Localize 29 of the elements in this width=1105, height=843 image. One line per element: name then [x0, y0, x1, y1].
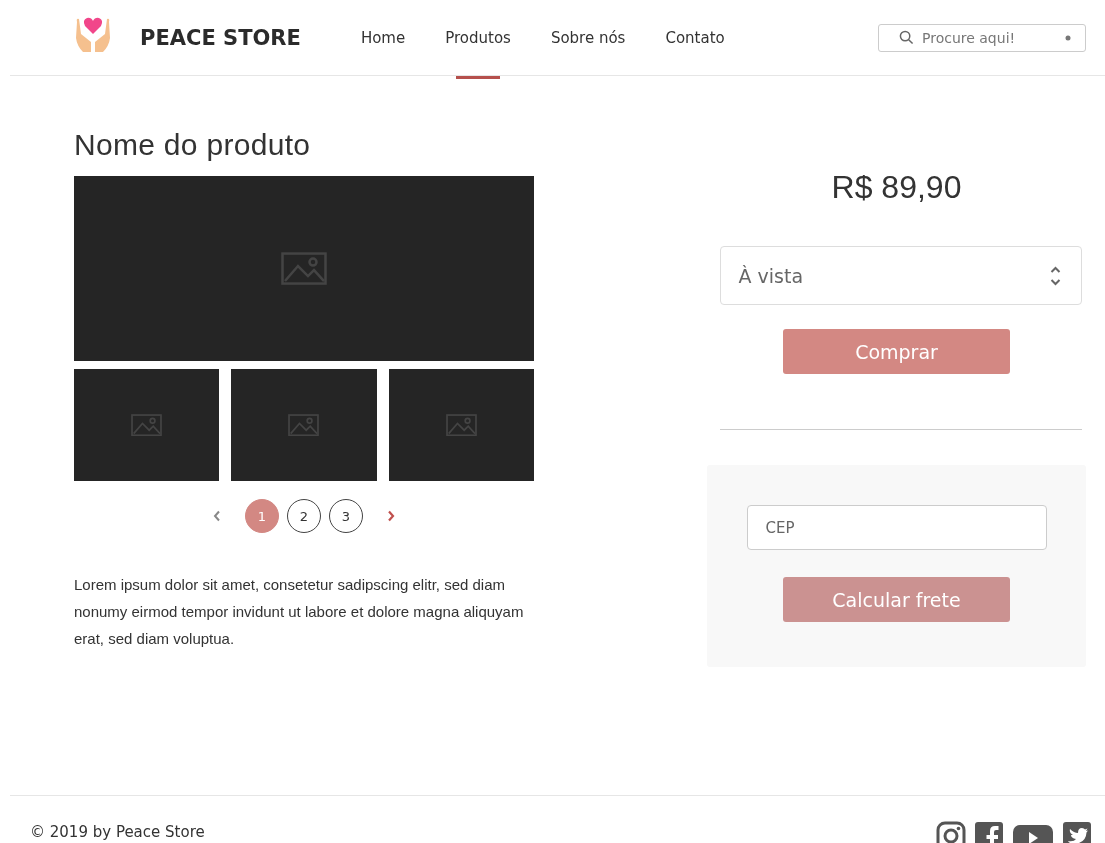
image-icon [281, 251, 327, 286]
nav-link[interactable]: Home [340, 0, 426, 79]
thumbnail-placeholder[interactable] [74, 369, 220, 481]
facebook-icon[interactable] [974, 821, 1004, 843]
search-icon [899, 30, 914, 45]
thumbnail-placeholder[interactable] [388, 369, 534, 481]
cep-field[interactable]: CEP [746, 505, 1047, 550]
twitter-icon[interactable] [1062, 821, 1092, 843]
image-icon [445, 413, 477, 437]
nav-link[interactable]: Contato [645, 0, 745, 79]
product-price: R$ 89,90 [831, 169, 962, 206]
updown-caret-icon [1049, 264, 1061, 287]
nav-link[interactable]: Sobre nós [530, 0, 646, 79]
image-icon [131, 413, 163, 437]
image-icon [288, 413, 320, 437]
chevron-right-icon[interactable] [387, 510, 395, 522]
payment-select[interactable]: À vista [719, 246, 1082, 305]
product-title: Nome do produto [74, 128, 312, 162]
copyright-text: © 2019 by Peace Store [30, 823, 205, 841]
nav-link[interactable]: Produtos [425, 0, 531, 79]
search-field[interactable]: Procure aqui! [878, 23, 1086, 52]
page-button[interactable]: 2 [287, 499, 321, 533]
instagram-icon[interactable] [936, 821, 966, 843]
chevron-left-icon[interactable] [213, 510, 221, 522]
brand-name[interactable]: PEACE STORE [140, 25, 301, 50]
thumbnail-placeholder[interactable] [231, 369, 377, 481]
product-description: Lorem ipsum dolor sit amet, consetetur sadipscing elitr, sed diam nonumy eirmod tempor invidunt ut labore et dolore magna aliquyam erat, sed diam voluptua. [74, 575, 525, 649]
dot-icon [1065, 34, 1071, 41]
page-button[interactable]: 3 [329, 499, 363, 533]
